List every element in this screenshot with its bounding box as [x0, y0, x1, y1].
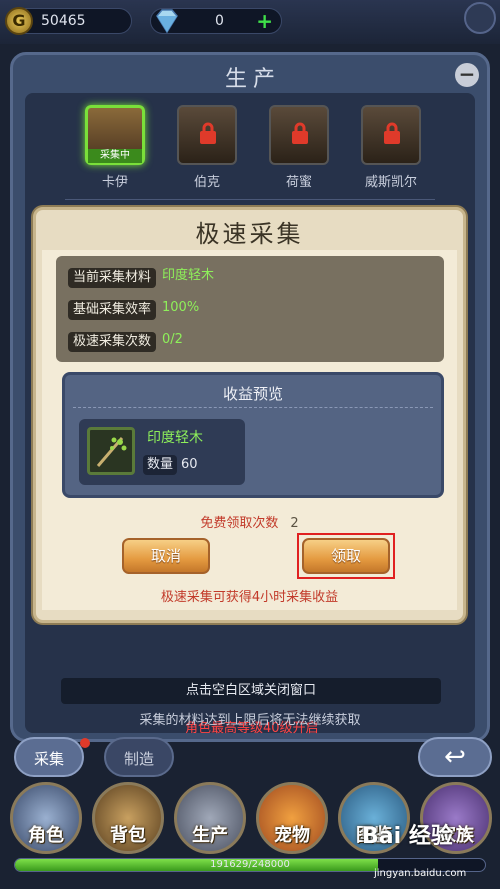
preview-title: 收益预览 [222, 385, 283, 403]
free-claims-count: 2 [290, 516, 299, 531]
material-cap-hint: 采集的材料达到上限后将无法继续获取 [139, 713, 361, 728]
hero-slot-4[interactable]: 威斯凯尔 [343, 105, 439, 190]
item-name: 印度轻木 [147, 430, 203, 446]
panel-title: 生产 [224, 67, 281, 92]
wood-branch-icon [87, 427, 135, 475]
info-row-efficiency: 基础采集效率 100% [68, 298, 200, 320]
menu-button[interactable] [464, 2, 496, 34]
divider [65, 199, 435, 200]
info-label: 当前采集材料 [68, 268, 157, 288]
lock-icon [200, 122, 216, 144]
gem-value: 0 [215, 13, 224, 29]
claim-button[interactable]: 领取 [302, 538, 390, 574]
diamond-icon [156, 9, 178, 34]
notification-dot [80, 738, 90, 748]
nav-pet[interactable]: 宠物 [256, 782, 328, 854]
hero-portrait [361, 105, 421, 165]
lock-icon [384, 122, 400, 144]
hero-name: 伯克 [193, 175, 220, 190]
back-button[interactable]: ↩ [418, 737, 492, 777]
speed-collect-tip: 极速采集可获得4小时采集收益 [160, 590, 339, 605]
hero-portrait [269, 105, 329, 165]
top-resource-bar: G 50465 0 + [0, 0, 500, 44]
nav-label: 角色 [28, 825, 64, 846]
collecting-badge: 采集中 [88, 149, 142, 163]
hero-slot-kai[interactable]: 采集中 卡伊 [67, 105, 163, 190]
info-label: 极速采集次数 [68, 332, 157, 352]
close-window-hint: 点击空白区域关闭窗口 [61, 678, 441, 704]
info-value: 印度轻木 [162, 268, 215, 283]
hero-name: 威斯凯尔 [364, 175, 417, 190]
lock-icon [292, 122, 308, 144]
divider [73, 407, 433, 408]
collapse-button[interactable]: − [455, 63, 479, 87]
nav-label: 背包 [110, 825, 146, 846]
reward-preview: 收益预览 印度轻木 数量 60 [62, 372, 444, 498]
add-gems-button[interactable]: + [256, 10, 273, 32]
hero-name: 荷蜜 [285, 175, 312, 190]
nav-label: 宠物 [274, 825, 310, 846]
hero-portrait: 采集中 [85, 105, 145, 165]
free-claims-label: 免费领取次数 [200, 516, 279, 531]
info-label: 基础采集效率 [68, 300, 157, 320]
tab-make[interactable]: 制造 [104, 737, 174, 777]
dialog-title: 极速采集 [195, 220, 304, 248]
nav-label: 生产 [192, 825, 228, 846]
nav-production[interactable]: 生产 [174, 782, 246, 854]
nav-character[interactable]: 角色 [10, 782, 82, 854]
gem-counter: 0 + [150, 8, 282, 34]
speed-collect-dialog: 极速采集 当前采集材料 印度轻木 基础采集效率 100% 极速采集次数 0/2 收益预… [33, 207, 466, 623]
hero-name: 卡伊 [101, 175, 128, 190]
quantity-label: 数量 [143, 455, 178, 475]
reward-item[interactable]: 印度轻木 数量 60 [79, 419, 245, 485]
hero-slot-2[interactable]: 伯克 [159, 105, 255, 190]
dialog-body: 当前采集材料印度轻木 基础采集效率100% 极速采集次数0/2 收益预览 [42, 250, 457, 610]
quantity-value: 60 [181, 457, 198, 472]
info-value: 100% [162, 300, 200, 315]
free-claims-text: 免费领取次数 2 [42, 512, 457, 531]
info-row-speed-count: 极速采集次数 0/2 [68, 330, 183, 352]
collect-info-box: 当前采集材料 印度轻木 基础采集效率 100% 极速采集次数 0/2 [56, 256, 444, 362]
hero-slot-3[interactable]: 荷蜜 [251, 105, 347, 190]
nav-backpack[interactable]: 背包 [92, 782, 164, 854]
info-row-material: 当前采集材料 印度轻木 [68, 266, 215, 288]
cancel-button[interactable]: 取消 [122, 538, 210, 574]
hero-portrait [177, 105, 237, 165]
tab-collect[interactable]: 采集 [14, 737, 84, 777]
gold-value: 50465 [41, 13, 86, 29]
info-value: 0/2 [162, 332, 183, 347]
watermark-logo: Bai 经验 [362, 824, 453, 849]
gold-coin-icon: G [5, 7, 33, 35]
gold-counter: G 50465 [5, 7, 132, 35]
watermark-url: jingyan.baidu.com [374, 868, 467, 879]
